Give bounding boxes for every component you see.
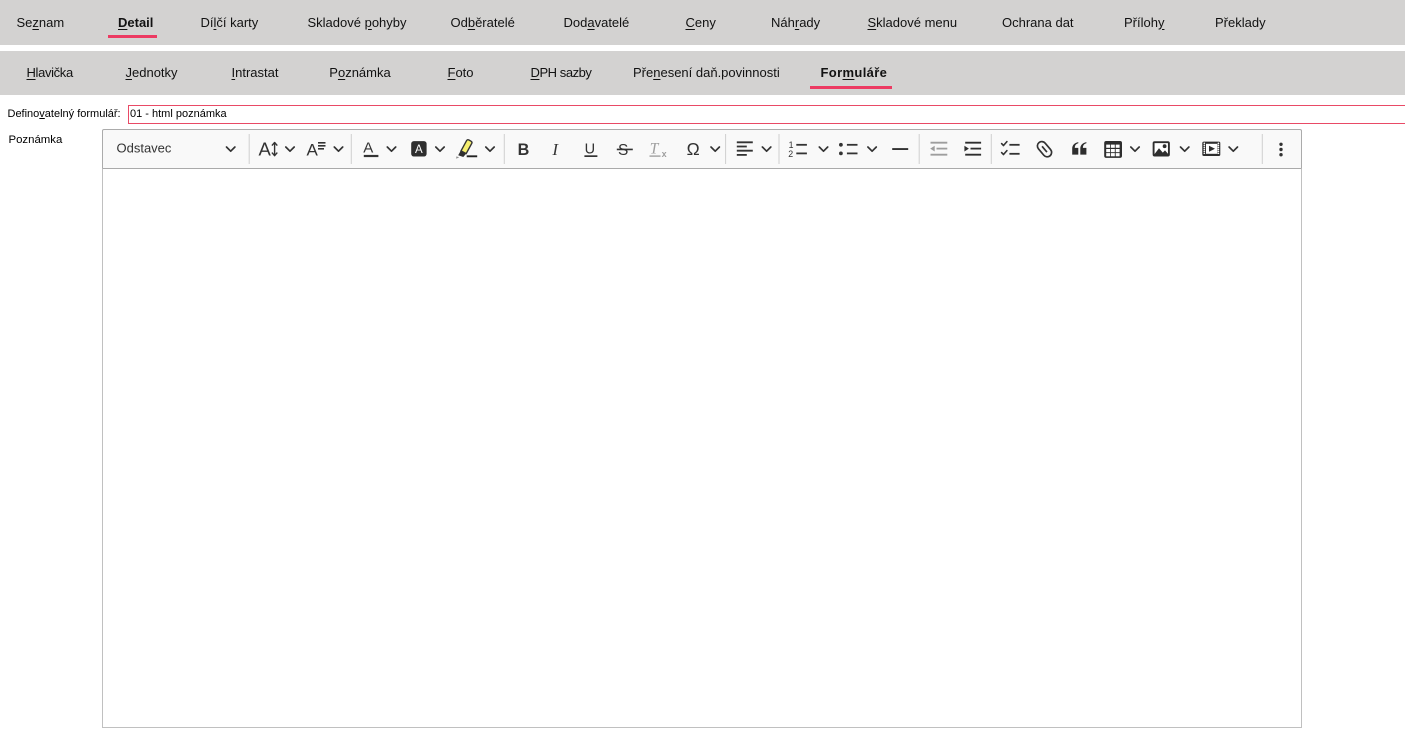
- svg-text:I: I: [551, 140, 559, 159]
- svg-text:Ω: Ω: [687, 139, 700, 159]
- svg-text:U: U: [585, 141, 595, 157]
- svg-text:A: A: [307, 141, 319, 160]
- svg-text:S: S: [618, 142, 628, 159]
- svg-text:A: A: [363, 139, 373, 156]
- svg-text:T: T: [650, 141, 660, 158]
- svg-text:B: B: [518, 141, 530, 159]
- svg-text:Odstavec: Odstavec: [117, 141, 172, 156]
- svg-text:A: A: [415, 144, 423, 156]
- svg-text:x: x: [662, 149, 667, 159]
- svg-text:A: A: [259, 139, 272, 160]
- svg-text:2: 2: [788, 149, 793, 159]
